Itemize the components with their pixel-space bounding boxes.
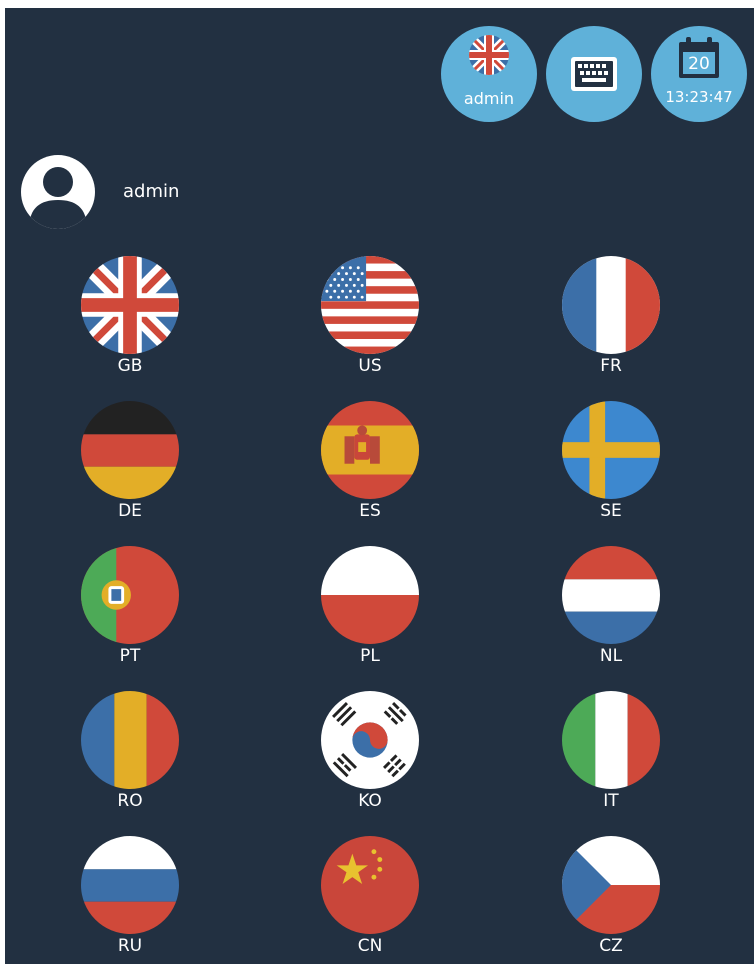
language-option-gb[interactable]: GB	[75, 256, 185, 386]
china-flag-icon	[321, 836, 419, 934]
spain-flag-icon	[321, 401, 419, 499]
language-option-ko[interactable]: KO	[315, 691, 425, 821]
language-option-cn[interactable]: CN	[315, 836, 425, 964]
language-code: PL	[360, 646, 380, 666]
language-code: FR	[600, 356, 622, 376]
russia-flag-icon	[81, 836, 179, 934]
romania-flag-icon	[81, 691, 179, 789]
language-option-fr[interactable]: FR	[556, 256, 666, 386]
us-flag-icon	[321, 256, 419, 354]
language-option-us[interactable]: US	[315, 256, 425, 386]
language-code: IT	[603, 791, 619, 811]
language-option-it[interactable]: IT	[556, 691, 666, 821]
language-code: CZ	[599, 936, 623, 956]
language-code: US	[358, 356, 382, 376]
language-option-cz[interactable]: CZ	[556, 836, 666, 964]
language-button-label: admin	[463, 89, 515, 108]
language-code: KO	[358, 791, 382, 811]
keyboard-icon	[571, 57, 617, 91]
uk-flag-icon	[469, 35, 509, 75]
italy-flag-icon	[562, 691, 660, 789]
netherlands-flag-icon	[562, 546, 660, 644]
korea-flag-icon	[321, 691, 419, 789]
keyboard-button[interactable]	[546, 26, 642, 122]
czech-flag-icon	[562, 836, 660, 934]
clock-time: 13:23:47	[665, 88, 733, 106]
language-code: CN	[357, 936, 383, 956]
language-code: DE	[118, 501, 142, 521]
language-option-pl[interactable]: PL	[315, 546, 425, 676]
language-option-de[interactable]: DE	[75, 401, 185, 531]
language-code: ES	[359, 501, 381, 521]
language-code: SE	[600, 501, 622, 521]
poland-flag-icon	[321, 546, 419, 644]
language-option-pt[interactable]: PT	[75, 546, 185, 676]
language-option-es[interactable]: ES	[315, 401, 425, 531]
language-selection-panel: admin 20 13:23:47 admin GB US FR DE ES S…	[5, 8, 754, 964]
language-code: PT	[119, 646, 141, 666]
language-button[interactable]: admin	[441, 26, 537, 122]
language-code: RO	[117, 791, 143, 811]
portugal-flag-icon	[81, 546, 179, 644]
language-code: RU	[117, 936, 143, 956]
sweden-flag-icon	[562, 401, 660, 499]
user-avatar-icon	[21, 155, 95, 229]
germany-flag-icon	[81, 401, 179, 499]
uk-flag-icon	[81, 256, 179, 354]
language-code: GB	[117, 356, 143, 376]
calendar-day: 20	[688, 54, 710, 74]
language-option-ru[interactable]: RU	[75, 836, 185, 964]
language-code: NL	[599, 646, 623, 666]
france-flag-icon	[562, 256, 660, 354]
language-option-se[interactable]: SE	[556, 401, 666, 531]
language-option-ro[interactable]: RO	[75, 691, 185, 821]
current-user: admin	[21, 155, 321, 231]
language-option-nl[interactable]: NL	[556, 546, 666, 676]
user-name: admin	[123, 181, 180, 202]
clock-button[interactable]: 20 13:23:47	[651, 26, 747, 122]
